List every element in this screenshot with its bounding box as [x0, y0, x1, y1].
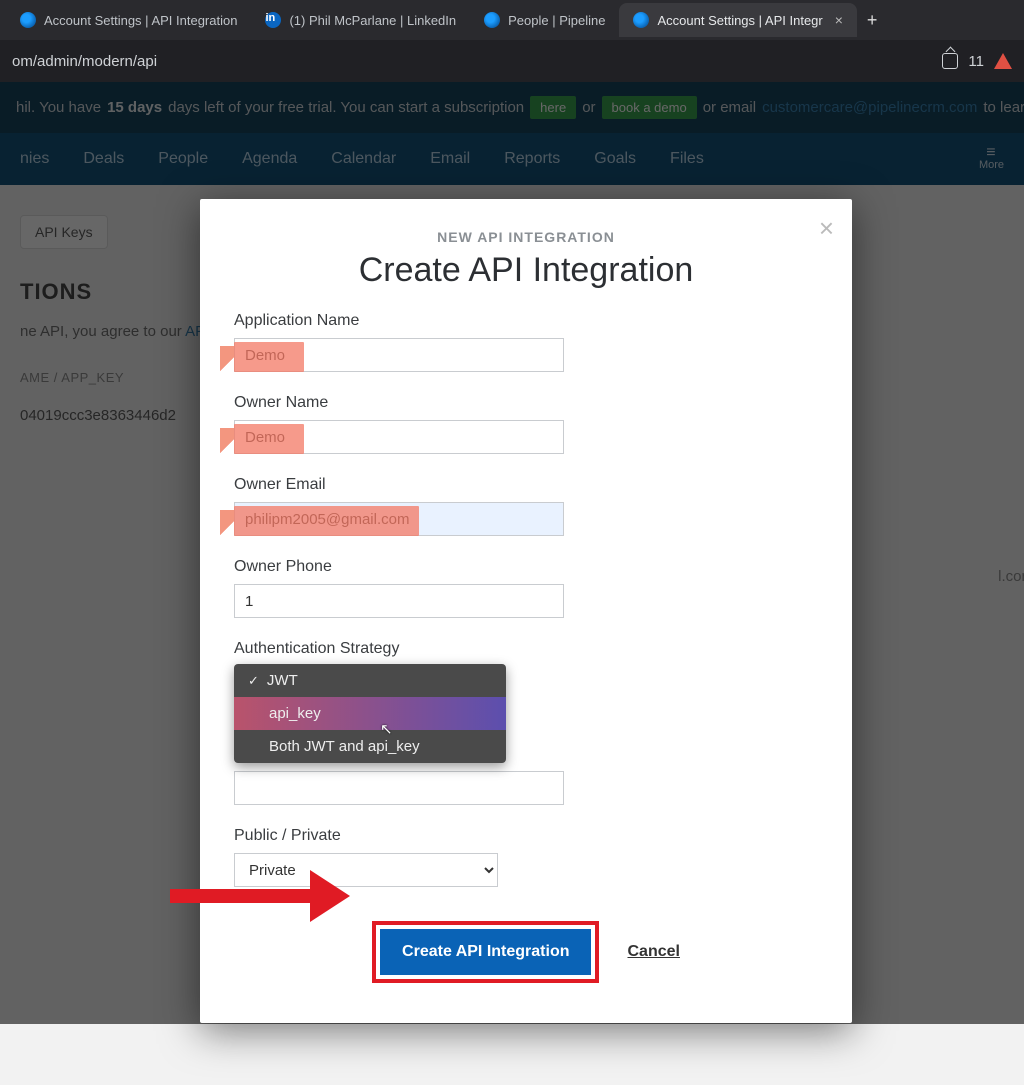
option-api-key[interactable]: api_key — [234, 697, 506, 730]
label-owner-email: Owner Email — [234, 476, 818, 494]
warning-icon[interactable] — [994, 53, 1012, 69]
modal-actions: Create API Integration Cancel — [234, 921, 818, 983]
field-owner-email: Owner Email — [234, 476, 818, 536]
label-visibility: Public / Private — [234, 827, 818, 845]
new-tab-button[interactable]: + — [857, 10, 888, 31]
url-text[interactable]: om/admin/modern/api — [12, 53, 942, 70]
option-jwt[interactable]: ✓JWT — [234, 664, 506, 697]
modal-title: Create API Integration — [234, 251, 818, 290]
tab-0[interactable]: Account Settings | API Integration — [6, 3, 251, 37]
auth-strategy-dropdown[interactable]: ✓JWT api_key Both JWT and api_key ↖ — [234, 664, 506, 763]
tab-title: (1) Phil McParlane | LinkedIn — [289, 13, 456, 28]
cursor-icon: ↖ — [380, 720, 393, 738]
pipeline-icon — [20, 12, 36, 28]
owner-email-input[interactable] — [234, 502, 564, 536]
share-icon[interactable] — [942, 53, 958, 69]
pipeline-icon — [484, 12, 500, 28]
arrow-annotation — [170, 870, 350, 922]
tab-1[interactable]: in (1) Phil McParlane | LinkedIn — [251, 3, 470, 37]
address-bar: om/admin/modern/api 11 — [0, 40, 1024, 82]
tab-title: People | Pipeline — [508, 13, 605, 28]
tab-3-active[interactable]: Account Settings | API Integr × — [619, 3, 856, 37]
field-auth-strategy: Authentication Strategy ✓JWT api_key Bot… — [234, 640, 818, 805]
option-both[interactable]: Both JWT and api_key — [234, 730, 506, 763]
check-icon: ✓ — [248, 673, 259, 689]
tab-title: Account Settings | API Integration — [44, 13, 237, 28]
label-auth-strategy: Authentication Strategy — [234, 640, 818, 658]
label-owner-name: Owner Name — [234, 394, 818, 412]
modal-eyebrow: NEW API INTEGRATION — [234, 229, 818, 245]
pipeline-icon — [633, 12, 649, 28]
label-application-name: Application Name — [234, 312, 818, 330]
owner-name-input[interactable] — [234, 420, 564, 454]
label-owner-phone: Owner Phone — [234, 558, 818, 576]
create-api-integration-button[interactable]: Create API Integration — [380, 929, 591, 975]
tab-2[interactable]: People | Pipeline — [470, 3, 619, 37]
close-icon[interactable]: × — [819, 213, 834, 244]
tab-title: Account Settings | API Integr — [657, 13, 822, 28]
brave-shield-icon[interactable]: 11 — [968, 53, 984, 70]
field-owner-phone: Owner Phone — [234, 558, 818, 618]
close-icon[interactable]: × — [835, 12, 843, 28]
field-application-name: Application Name — [234, 312, 818, 372]
linkedin-icon: in — [265, 12, 281, 28]
auth-secondary-input[interactable] — [234, 771, 564, 805]
cancel-button[interactable]: Cancel — [627, 943, 679, 961]
browser-tabs: Account Settings | API Integration in (1… — [0, 0, 1024, 40]
highlight-box-annotation: Create API Integration — [372, 921, 599, 983]
owner-phone-input[interactable] — [234, 584, 564, 618]
application-name-input[interactable] — [234, 338, 564, 372]
field-owner-name: Owner Name — [234, 394, 818, 454]
